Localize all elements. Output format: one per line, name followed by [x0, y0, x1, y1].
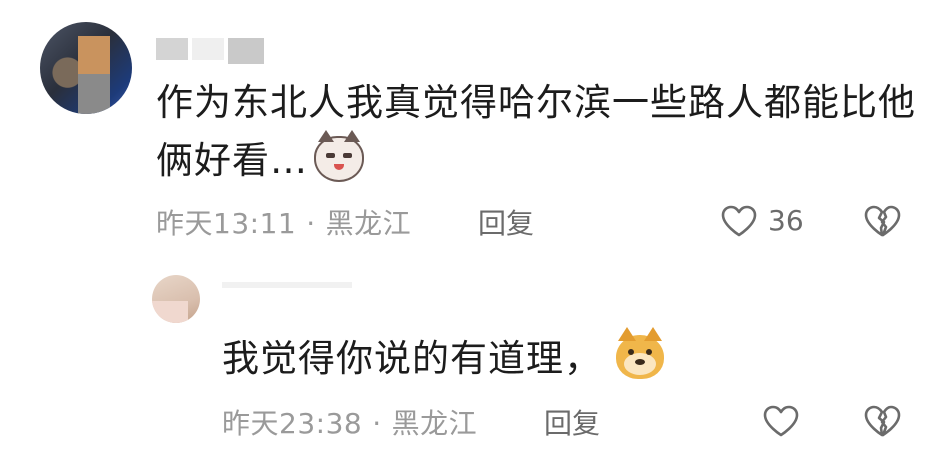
- timestamp: 昨天23:38: [222, 407, 363, 440]
- doge-emoji-icon: [616, 326, 664, 379]
- location: 黑龙江: [391, 407, 478, 440]
- username-blurred[interactable]: [156, 38, 188, 60]
- avatar[interactable]: [152, 275, 200, 323]
- like-count: 36: [768, 204, 804, 237]
- username-blurred[interactable]: [192, 38, 224, 60]
- comment-text: 我觉得你说的有道理，: [222, 326, 922, 388]
- comment-text-content: 作为东北人我真觉得哈尔滨一些路人都能比他俩好看…: [156, 81, 916, 182]
- timestamp: 昨天13:11: [156, 207, 297, 240]
- comment-text: 作为东北人我真觉得哈尔滨一些路人都能比他俩好看…: [156, 74, 916, 190]
- cat-face-emoji-icon: [314, 129, 364, 182]
- separator: ·: [306, 207, 316, 240]
- heart-icon[interactable]: [720, 204, 758, 242]
- username-blurred[interactable]: [222, 282, 352, 288]
- reply-button[interactable]: 回复: [478, 202, 534, 242]
- separator: ·: [372, 407, 382, 440]
- comment-meta: 昨天13:11 · 黑龙江: [156, 202, 411, 242]
- broken-heart-icon[interactable]: [862, 204, 902, 242]
- reply-button[interactable]: 回复: [544, 402, 600, 442]
- location: 黑龙江: [325, 207, 412, 240]
- username-blurred[interactable]: [228, 38, 264, 64]
- comment-text-content: 我觉得你说的有道理，: [222, 337, 602, 380]
- heart-icon[interactable]: [762, 404, 800, 442]
- comment-meta: 昨天23:38 · 黑龙江: [222, 402, 477, 442]
- avatar[interactable]: [40, 22, 132, 114]
- broken-heart-icon[interactable]: [862, 404, 902, 442]
